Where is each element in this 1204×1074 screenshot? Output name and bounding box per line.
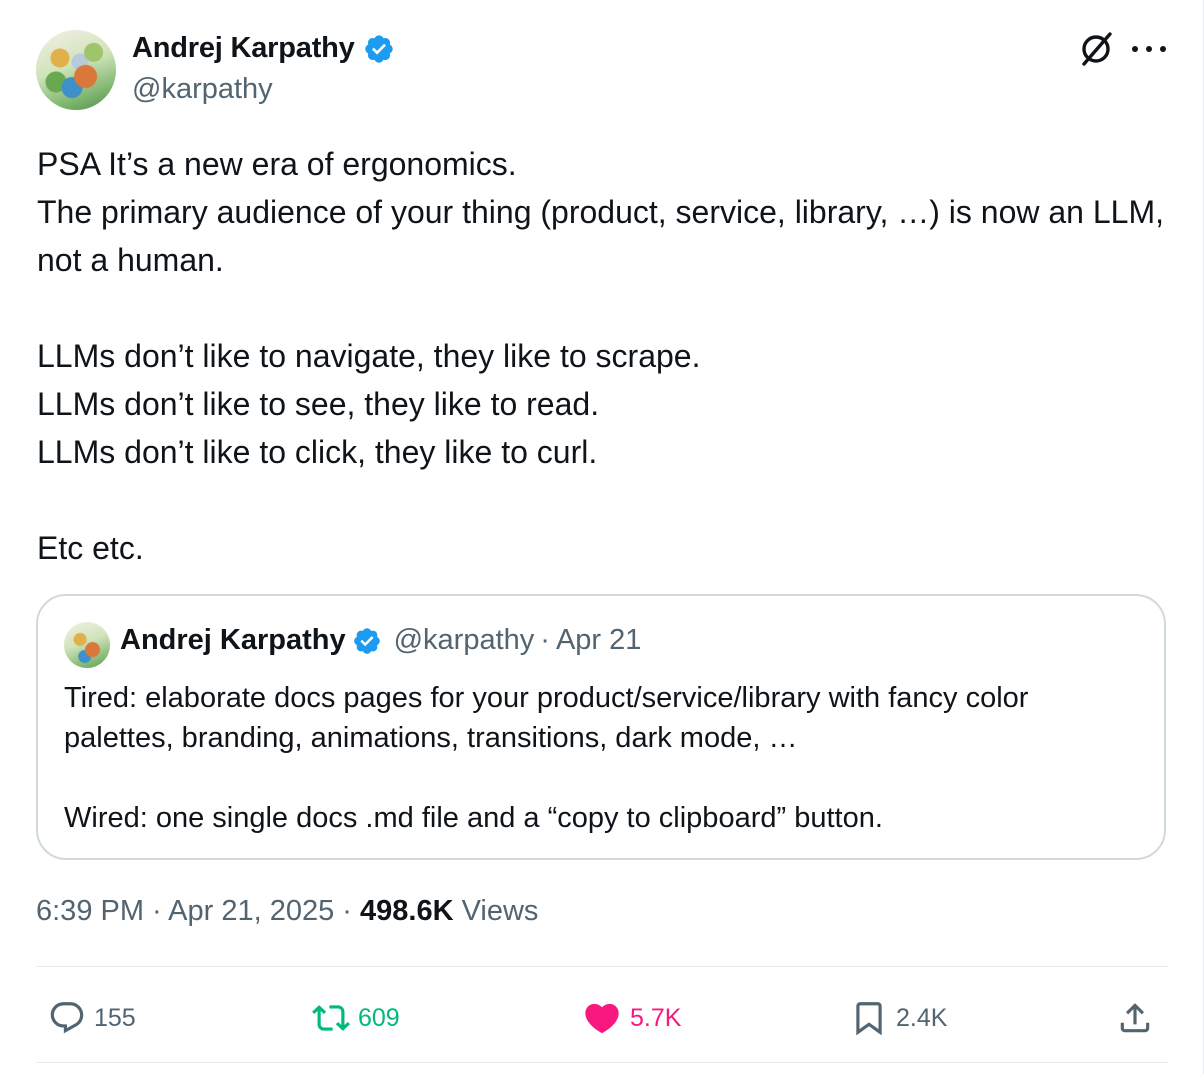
more-dot <box>1132 46 1138 52</box>
views-count: 498.6K <box>360 895 454 927</box>
more-dot <box>1160 46 1166 52</box>
tweet-text: PSA It’s a new era of ergonomics. The pr… <box>37 140 1177 572</box>
tweet-line: PSA It’s a new era of ergonomics. <box>37 146 517 182</box>
repost-icon <box>312 1005 350 1031</box>
tweet-line: LLMs don’t like to see, they like to rea… <box>37 386 600 422</box>
bookmark-icon <box>856 1002 882 1036</box>
tweet-line: LLMs don’t like to click, they like to c… <box>37 434 598 470</box>
tweet-meta: 6:39 PM · Apr 21, 2025 · 498.6K Views <box>36 895 538 928</box>
tweet-date[interactable]: Apr 21, 2025 <box>168 895 334 927</box>
like-count: 5.7K <box>630 1003 682 1032</box>
reply-icon <box>50 1002 84 1034</box>
bookmark-button[interactable]: 2.4K <box>850 990 947 1046</box>
author-name-row: Andrej Karpathy <box>132 32 395 65</box>
author-handle[interactable]: @karpathy <box>132 73 273 106</box>
bookmark-count: 2.4K <box>896 1003 948 1032</box>
divider <box>36 1062 1168 1063</box>
grok-icon[interactable] <box>1077 30 1115 68</box>
reply-button[interactable]: 155 <box>48 990 136 1046</box>
repost-button[interactable]: 609 <box>312 990 400 1046</box>
like-button[interactable]: 5.7K <box>582 990 681 1046</box>
views-label: Views <box>453 895 539 927</box>
quote-author-name: Andrej Karpathy <box>120 624 346 656</box>
divider <box>36 966 1168 967</box>
share-button[interactable] <box>1116 990 1154 1046</box>
repost-count: 609 <box>358 1003 400 1032</box>
action-bar: 155 609 5.7K 2.4K <box>36 990 1168 1046</box>
more-dot <box>1146 46 1152 52</box>
tweet-line: The primary audience of your thing (prod… <box>37 194 1164 278</box>
meta-separator: · <box>144 895 169 927</box>
verified-badge-icon <box>353 627 380 654</box>
quote-line: Tired: elaborate docs pages for your pro… <box>64 682 1029 754</box>
heart-icon <box>585 1003 619 1034</box>
author-name[interactable]: Andrej Karpathy <box>132 32 355 65</box>
tweet-line: Etc etc. <box>37 530 144 566</box>
tweet-line: LLMs don’t like to navigate, they like t… <box>37 338 701 374</box>
quoted-tweet-card[interactable]: Andrej Karpathy @karpathy · Apr 21 Tired… <box>36 594 1166 860</box>
quote-date: Apr 21 <box>555 624 642 656</box>
quote-separator: · <box>540 624 550 656</box>
quote-line: Wired: one single docs .md file and a “c… <box>64 802 883 834</box>
verified-badge-icon[interactable] <box>363 33 395 65</box>
quote-author-handle: @karpathy <box>393 624 535 656</box>
quote-text: Tired: elaborate docs pages for your pro… <box>64 678 1144 838</box>
share-icon <box>1120 1003 1150 1033</box>
meta-separator: · <box>334 895 361 927</box>
more-icon[interactable] <box>1132 44 1166 54</box>
author-avatar[interactable] <box>36 30 116 110</box>
quote-author-avatar <box>64 622 110 668</box>
quote-header: Andrej Karpathy @karpathy · Apr 21 <box>120 624 641 657</box>
reply-count: 155 <box>94 1003 136 1032</box>
tweet-time[interactable]: 6:39 PM <box>36 895 144 927</box>
